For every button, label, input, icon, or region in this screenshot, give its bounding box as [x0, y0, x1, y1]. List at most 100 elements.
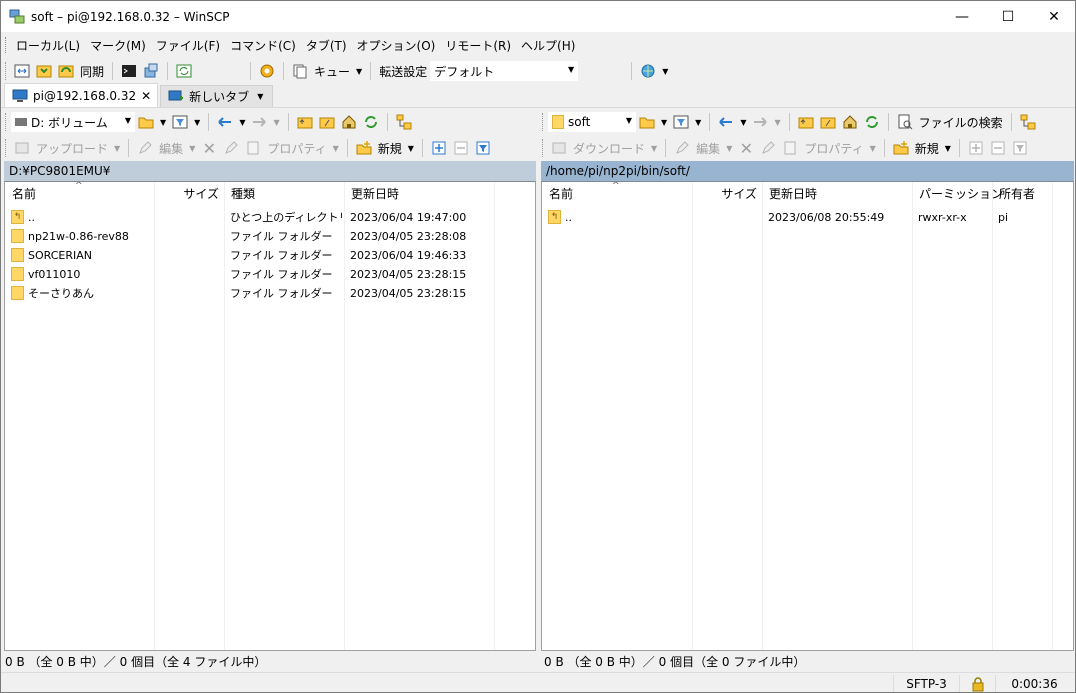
forward-arrow-icon[interactable]: [249, 112, 269, 132]
maximize-button[interactable]: ☐: [985, 1, 1031, 32]
find-files-icon[interactable]: [895, 112, 915, 132]
column-header-name[interactable]: 名前 ^: [5, 182, 154, 206]
rename-icon[interactable]: [221, 138, 241, 158]
edit-button[interactable]: 編集: [159, 140, 183, 157]
column-header-modified[interactable]: 更新日時: [762, 182, 912, 206]
local-path-bar[interactable]: D:¥PC9801EMU¥: [4, 161, 536, 181]
menu-options[interactable]: オプション(O): [352, 37, 441, 54]
table-row[interactable]: vf011010 ファイル フォルダー 2023/04/05 23:28:15: [5, 265, 535, 284]
properties-icon[interactable]: [243, 138, 263, 158]
remote-path-bar[interactable]: /home/pi/np2pi/bin/soft/: [541, 161, 1074, 181]
queue-icon[interactable]: [290, 61, 310, 81]
delete-icon[interactable]: ✕: [736, 138, 756, 158]
menu-mark[interactable]: マーク(M): [85, 37, 151, 54]
close-button[interactable]: ✕: [1031, 1, 1075, 32]
forward-dropdown-icon[interactable]: ▼: [273, 118, 279, 127]
menu-local[interactable]: ローカル(L): [11, 37, 85, 54]
tree-view-icon[interactable]: [394, 112, 414, 132]
delete-icon[interactable]: ✕: [199, 138, 219, 158]
synchronize-browsing-icon[interactable]: [34, 61, 54, 81]
edit-icon[interactable]: [672, 138, 692, 158]
column-header-modified[interactable]: 更新日時: [344, 182, 494, 206]
download-dropdown-icon[interactable]: ▼: [651, 144, 657, 153]
new-button[interactable]: 新規: [915, 140, 939, 157]
reconnect-globe-icon[interactable]: [638, 61, 658, 81]
forward-dropdown-icon[interactable]: ▼: [774, 118, 780, 127]
back-dropdown-icon[interactable]: ▼: [740, 118, 746, 127]
filter-icon[interactable]: [671, 112, 691, 132]
table-row[interactable]: ↰.. 2023/06/08 20:55:49 rwxr-xr-x pi: [542, 208, 1073, 227]
edit-button[interactable]: 編集: [696, 140, 720, 157]
menu-file[interactable]: ファイル(F): [151, 37, 225, 54]
home-icon[interactable]: [339, 112, 359, 132]
parent-directory-icon[interactable]: [796, 112, 816, 132]
column-header-owner[interactable]: 所有者: [992, 182, 1052, 206]
filter-dropdown-icon[interactable]: ▼: [695, 118, 701, 127]
gear-icon[interactable]: [257, 61, 277, 81]
menu-help[interactable]: ヘルプ(H): [516, 37, 580, 54]
remote-folder-select[interactable]: soft ▼: [548, 112, 636, 132]
back-arrow-icon[interactable]: [716, 112, 736, 132]
close-tab-icon[interactable]: ✕: [141, 89, 151, 103]
chevron-down-icon[interactable]: ▼: [257, 92, 263, 101]
tree-view-icon[interactable]: [1018, 112, 1038, 132]
column-header-permissions[interactable]: パーミッション: [912, 182, 1003, 206]
root-directory-icon[interactable]: [317, 112, 337, 132]
download-icon[interactable]: [549, 138, 569, 158]
column-header-size[interactable]: サイズ: [692, 182, 762, 206]
menu-command[interactable]: コマンド(C): [225, 37, 301, 54]
lock-icon[interactable]: [959, 675, 995, 692]
properties-button[interactable]: プロパティ: [267, 140, 326, 157]
minimize-button[interactable]: —: [939, 1, 985, 32]
back-arrow-icon[interactable]: [215, 112, 235, 132]
home-icon[interactable]: [840, 112, 860, 132]
new-folder-icon[interactable]: [891, 138, 911, 158]
open-folder-icon[interactable]: [637, 112, 657, 132]
new-folder-icon[interactable]: [354, 138, 374, 158]
table-row[interactable]: そーさりあん ファイル フォルダー 2023/04/05 23:28:15: [5, 284, 535, 303]
find-files-button[interactable]: ファイルの検索: [919, 114, 1003, 131]
properties-icon[interactable]: [780, 138, 800, 158]
open-folder-dropdown-icon[interactable]: ▼: [160, 118, 166, 127]
filter-dropdown-icon[interactable]: ▼: [194, 118, 200, 127]
new-dropdown-icon[interactable]: ▼: [945, 144, 951, 153]
forward-arrow-icon[interactable]: [750, 112, 770, 132]
select-minus-icon[interactable]: [988, 138, 1008, 158]
sync-icon[interactable]: [56, 61, 76, 81]
root-directory-icon[interactable]: [818, 112, 838, 132]
filter-select-icon[interactable]: [1010, 138, 1030, 158]
open-folder-dropdown-icon[interactable]: ▼: [661, 118, 667, 127]
properties-button[interactable]: プロパティ: [804, 140, 863, 157]
putty-icon[interactable]: [141, 61, 161, 81]
menu-remote[interactable]: リモート(R): [440, 37, 516, 54]
edit-dropdown-icon[interactable]: ▼: [189, 144, 195, 153]
new-dropdown-icon[interactable]: ▼: [408, 144, 414, 153]
refresh-icon[interactable]: [862, 112, 882, 132]
back-dropdown-icon[interactable]: ▼: [239, 118, 245, 127]
column-header-name[interactable]: 名前 ^: [542, 182, 692, 206]
edit-dropdown-icon[interactable]: ▼: [726, 144, 732, 153]
queue-button[interactable]: キュー: [314, 63, 350, 80]
upload-icon[interactable]: [12, 138, 32, 158]
parent-directory-icon[interactable]: [295, 112, 315, 132]
download-button[interactable]: ダウンロード: [573, 140, 645, 157]
refresh-sync-icon[interactable]: [174, 61, 194, 81]
properties-dropdown-icon[interactable]: ▼: [333, 144, 339, 153]
select-plus-icon[interactable]: [429, 138, 449, 158]
table-row[interactable]: np21w-0.86-rev88 ファイル フォルダー 2023/04/05 23:…: [5, 227, 535, 246]
refresh-icon[interactable]: [361, 112, 381, 132]
filter-select-icon[interactable]: [473, 138, 493, 158]
queue-dropdown-icon[interactable]: ▼: [356, 67, 362, 76]
compare-directories-icon[interactable]: [12, 61, 32, 81]
tab-session[interactable]: pi@192.168.0.32 ✕: [4, 83, 159, 107]
menu-tab[interactable]: タブ(T): [301, 37, 352, 54]
remote-file-list[interactable]: 名前 ^ サイズ 更新日時 パーミッション 所有者 ↰.. 2023/06/08 …: [541, 181, 1074, 651]
local-drive-select[interactable]: D: ボリューム ▼: [11, 112, 135, 132]
table-row[interactable]: ↰.. ひとつ上のディレクトリ 2023/06/04 19:47:00: [5, 208, 535, 227]
transfer-preset-select[interactable]: デフォルト ▼: [430, 61, 579, 81]
table-row[interactable]: SORCERIAN ファイル フォルダー 2023/06/04 19:46:33: [5, 246, 535, 265]
edit-icon[interactable]: [135, 138, 155, 158]
new-button[interactable]: 新規: [378, 140, 402, 157]
sync-button[interactable]: 同期: [80, 63, 104, 80]
select-minus-icon[interactable]: [451, 138, 471, 158]
